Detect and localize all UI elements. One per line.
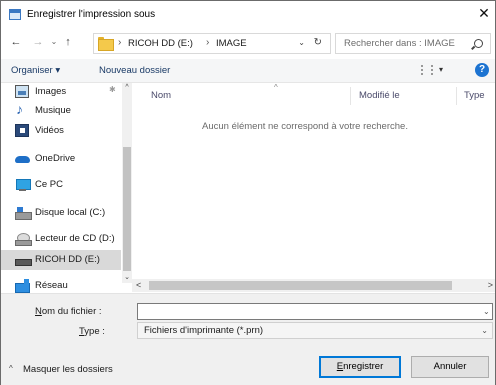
help-icon[interactable]: ? — [475, 63, 489, 77]
column-header-modified[interactable]: Modifié le — [359, 90, 400, 101]
cancel-button[interactable]: Annuler — [411, 356, 489, 378]
scroll-up-arrow-icon[interactable]: ^ — [122, 83, 132, 93]
empty-results-message: Aucun élément ne correspond à votre rech… — [202, 121, 408, 132]
navigation-pane-scrollbar[interactable]: ^ ⌄ — [122, 83, 132, 283]
save-options-panel: Nom du fichier : ⌄ Type : Fichiers d'imp… — [1, 293, 495, 385]
column-header-name[interactable]: Nom — [151, 90, 171, 101]
sidebar-item-this-pc[interactable]: Ce PC — [1, 175, 121, 195]
filename-label: Nom du fichier : — [35, 306, 102, 317]
sidebar-item-music[interactable]: Musique — [1, 101, 121, 121]
sidebar-item-label: Réseau — [35, 280, 68, 291]
title-bar: Enregistrer l'impression sous ✕ — [1, 1, 495, 29]
navigation-pane: Images ✱ Musique Vidéos OneDrive Ce PC D… — [1, 83, 132, 293]
breadcrumb-separator: › — [118, 37, 122, 48]
address-dropdown-chevron-icon[interactable]: ⌄ — [298, 38, 305, 47]
sidebar-item-onedrive[interactable]: OneDrive — [1, 149, 121, 169]
filename-dropdown-chevron-icon[interactable]: ⌄ — [483, 307, 490, 316]
horizontal-scrollbar[interactable]: < > — [132, 279, 495, 292]
file-list-pane: ^ Nom Modifié le Type Aucun élément ne c… — [132, 83, 495, 293]
sidebar-item-label: Disque local (C:) — [35, 207, 106, 218]
sidebar-item-label: OneDrive — [35, 153, 76, 164]
command-toolbar: Organiser ▾ Nouveau dossier ▾ ? — [1, 59, 495, 83]
search-box[interactable]: Rechercher dans : IMAGE — [335, 33, 491, 54]
music-icon — [15, 101, 29, 117]
filetype-select[interactable]: Fichiers d'imprimante (*.prn) ⌄ — [137, 322, 493, 339]
sidebar-item-label: Musique — [35, 105, 71, 116]
sidebar-item-videos[interactable]: Vidéos — [1, 121, 121, 141]
new-folder-button[interactable]: Nouveau dossier — [99, 65, 170, 76]
view-dropdown-chevron-icon[interactable]: ▾ — [439, 65, 443, 74]
sidebar-item-label: Ce PC — [35, 179, 63, 190]
search-icon[interactable] — [474, 39, 483, 48]
collapse-chevron-icon: ^ — [9, 364, 13, 373]
usb-drive-icon — [15, 253, 32, 266]
sidebar-item-images[interactable]: Images ✱ — [1, 83, 121, 102]
sidebar-item-label: Lecteur de CD (D:) — [35, 233, 115, 244]
scroll-right-arrow-icon[interactable]: > — [488, 279, 493, 292]
images-icon — [15, 85, 29, 98]
scroll-down-arrow-icon[interactable]: ⌄ — [122, 273, 132, 283]
address-row: ← → ⌄ ↑ › RICOH DD (E:) › IMAGE ⌄ ↻ Rech… — [1, 29, 495, 57]
sidebar-item-ricoh-drive[interactable]: RICOH DD (E:) — [1, 250, 121, 270]
local-disk-icon — [15, 206, 32, 220]
network-icon — [15, 279, 30, 293]
cd-drive-icon — [15, 232, 32, 246]
folder-icon — [98, 37, 114, 51]
filetype-value: Fichiers d'imprimante (*.prn) — [144, 325, 264, 336]
pin-icon[interactable]: ✱ — [109, 85, 116, 94]
save-button[interactable]: Enregistrer — [319, 356, 401, 378]
sidebar-item-local-disk[interactable]: Disque local (C:) — [1, 203, 121, 223]
back-arrow-icon[interactable]: ← — [9, 35, 23, 49]
close-button[interactable]: ✕ — [473, 1, 495, 29]
forward-arrow-icon[interactable]: → — [31, 35, 45, 49]
breadcrumb-separator: › — [206, 37, 210, 48]
filetype-label: Type : — [79, 326, 105, 337]
up-arrow-icon[interactable]: ↑ — [61, 35, 75, 49]
window-title: Enregistrer l'impression sous — [27, 9, 156, 20]
filename-input[interactable] — [137, 303, 493, 320]
column-divider[interactable] — [350, 87, 351, 105]
save-print-dialog: Enregistrer l'impression sous ✕ ← → ⌄ ↑ … — [0, 0, 496, 385]
organize-menu-button[interactable]: Organiser ▾ — [11, 65, 60, 76]
scroll-left-arrow-icon[interactable]: < — [136, 279, 141, 292]
onedrive-icon — [15, 152, 30, 165]
filetype-dropdown-chevron-icon[interactable]: ⌄ — [481, 326, 488, 335]
sidebar-item-cd-drive[interactable]: Lecteur de CD (D:) — [1, 229, 121, 249]
column-header-type[interactable]: Type — [464, 90, 485, 101]
sidebar-item-label: Images — [35, 86, 67, 97]
sidebar-item-label: Vidéos — [35, 125, 64, 136]
refresh-icon[interactable]: ↻ — [314, 37, 322, 48]
breadcrumb-drive[interactable]: RICOH DD (E:) — [128, 38, 193, 49]
sort-indicator-icon: ^ — [274, 83, 278, 92]
sidebar-item-network[interactable]: Réseau — [1, 276, 121, 293]
recent-locations-chevron-icon[interactable]: ⌄ — [47, 35, 61, 49]
pc-icon — [15, 178, 31, 191]
column-divider[interactable] — [456, 87, 457, 105]
videos-icon — [15, 124, 29, 137]
sidebar-item-label: RICOH DD (E:) — [35, 254, 100, 265]
hide-folders-label: Masquer les dossiers — [23, 364, 113, 375]
breadcrumb-folder[interactable]: IMAGE — [216, 38, 247, 49]
scrollbar-thumb[interactable] — [123, 147, 131, 271]
address-bar[interactable]: › RICOH DD (E:) › IMAGE ⌄ ↻ — [93, 33, 331, 54]
scrollbar-thumb[interactable] — [149, 281, 452, 290]
search-placeholder: Rechercher dans : IMAGE — [344, 38, 455, 49]
view-options-icon[interactable] — [421, 65, 433, 75]
print-dialog-icon — [9, 9, 21, 20]
